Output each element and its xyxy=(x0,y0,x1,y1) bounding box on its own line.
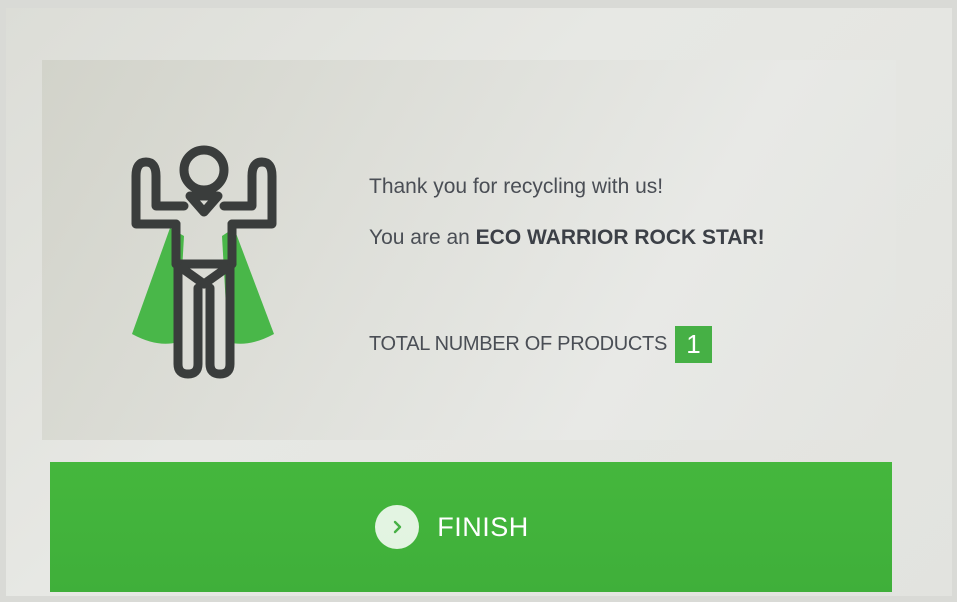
finish-button-content: FINISH xyxy=(375,505,529,549)
eco-warrior-title: ECO WARRIOR ROCK STAR! xyxy=(475,226,765,249)
total-products-row: TOTAL NUMBER OF PRODUCTS 1 xyxy=(369,326,713,363)
thank-you-text: Thank you for recycling with us! xyxy=(369,175,664,198)
eco-warrior-superhero-icon xyxy=(118,136,288,386)
finish-button-label: FINISH xyxy=(437,511,529,542)
total-products-count-badge: 1 xyxy=(675,326,713,363)
finish-button[interactable]: FINISH xyxy=(50,462,892,592)
chevron-right-icon xyxy=(375,505,420,549)
kiosk-screen: Thank you for recycling with us! You are… xyxy=(6,8,952,596)
eco-warrior-text: You are an ECO WARRIOR ROCK STAR! xyxy=(369,227,765,248)
total-products-label: TOTAL NUMBER OF PRODUCTS xyxy=(369,333,668,355)
eco-warrior-prefix: You are an xyxy=(369,226,476,249)
